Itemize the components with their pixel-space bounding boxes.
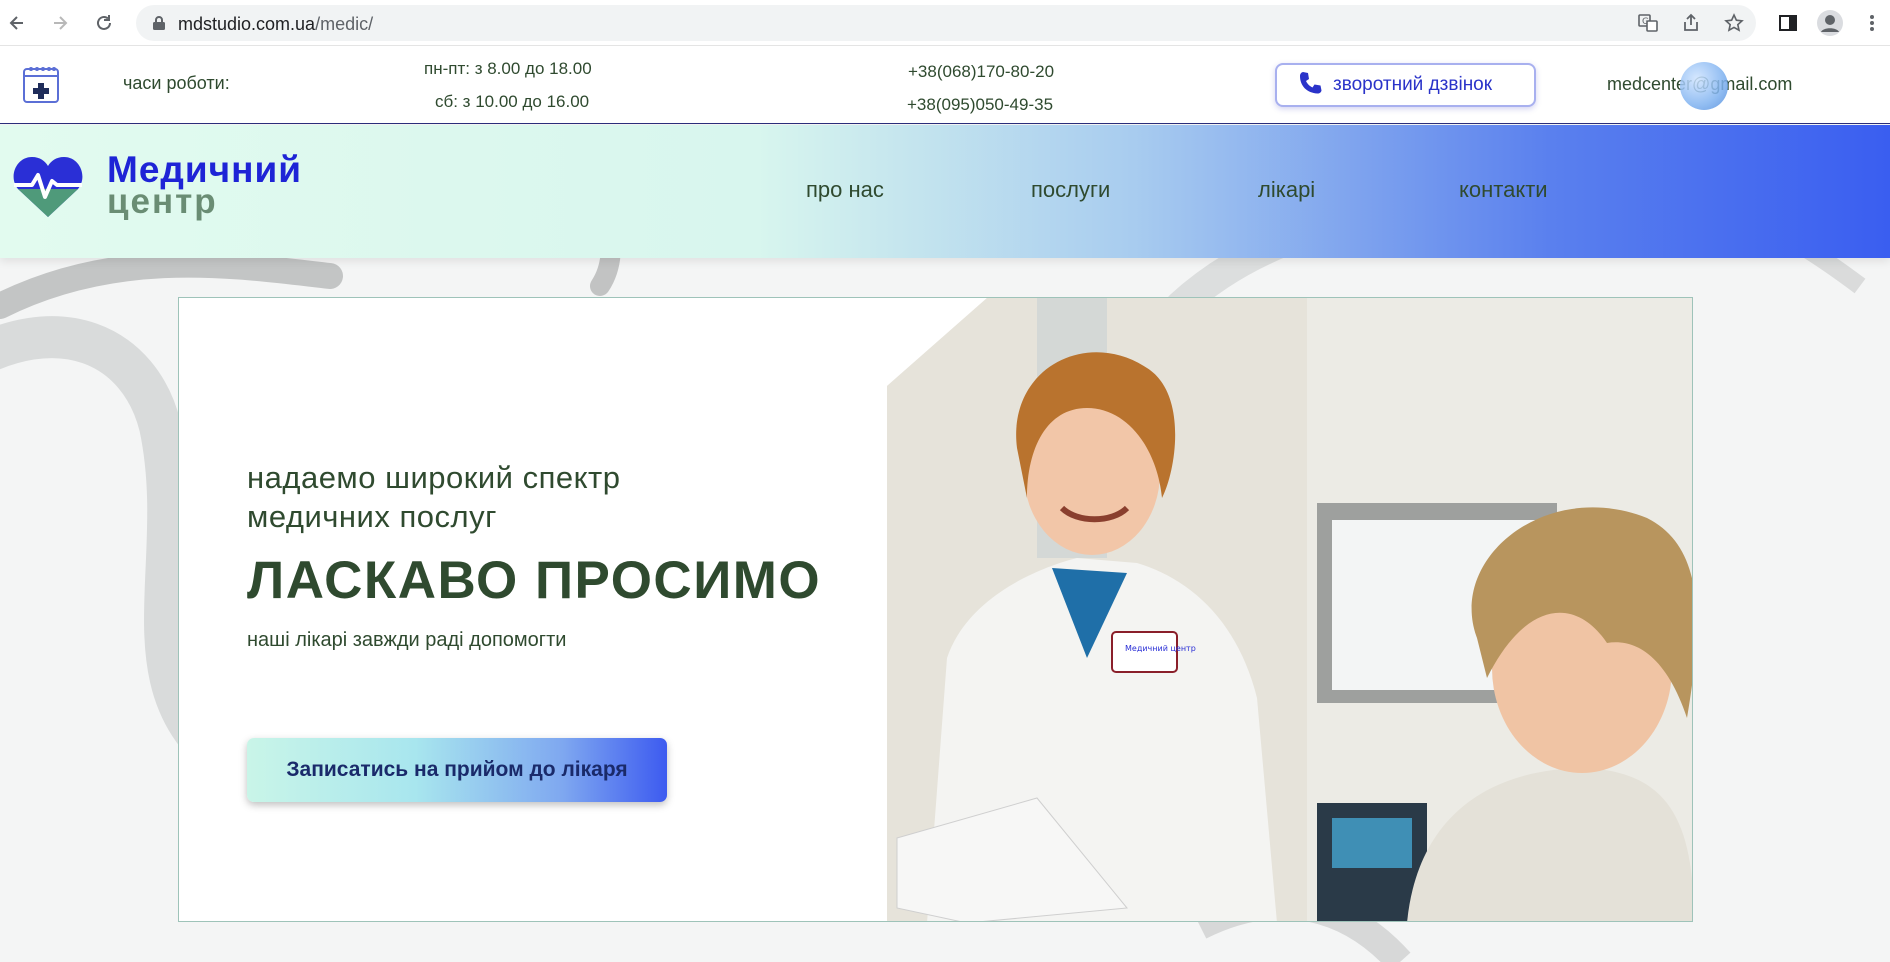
working-hours-label: часи роботи: — [123, 73, 230, 93]
nav-services[interactable]: послуги — [1031, 177, 1110, 203]
hero-tagline: наші лікарі завжди раді допомогти — [247, 629, 567, 651]
site-header: Медичний центр про нас послуги лікарі ко… — [0, 125, 1890, 258]
side-panel-icon[interactable] — [1773, 8, 1803, 38]
browser-menu-icon[interactable] — [1857, 8, 1887, 38]
lock-icon — [152, 15, 166, 36]
hero-title: ЛАСКАВО ПРОСИМО — [247, 551, 822, 610]
nav-doctors[interactable]: лікарі — [1258, 177, 1315, 203]
top-info-bar: часи роботи: пн-пт: з 8.00 до 18.00 сб: … — [0, 46, 1890, 124]
forward-icon[interactable] — [45, 8, 75, 38]
calendar-medical-icon — [22, 64, 60, 109]
hours-weekdays: пн-пт: з 8.00 до 18.00 — [424, 59, 592, 78]
address-bar[interactable]: mdstudio.com.ua/medic/ — [136, 5, 1756, 41]
callback-button[interactable]: зворотний дзвінок — [1275, 63, 1536, 107]
phone-number-1[interactable]: +38(068)170-80-20 — [908, 62, 1054, 82]
phone-number-2[interactable]: +38(095)050-49-35 — [907, 95, 1053, 115]
bookmark-star-icon[interactable] — [1719, 8, 1749, 38]
reload-icon[interactable] — [89, 8, 119, 38]
url-text: mdstudio.com.ua/medic/ — [178, 14, 374, 34]
nav-about[interactable]: про нас — [806, 177, 884, 203]
phone-icon — [1297, 70, 1323, 101]
browser-toolbar: mdstudio.com.ua/medic/ G — [0, 0, 1890, 46]
globe-icon — [1680, 62, 1728, 110]
hero-subtitle: надаемо широкий спектр медичних послуг — [247, 460, 621, 534]
doctor-patient-photo: Медичний центр — [887, 298, 1692, 921]
badge-text: Медичний центр — [1125, 644, 1196, 653]
heart-pulse-logo-icon[interactable] — [12, 155, 84, 224]
translate-icon[interactable]: G — [1633, 8, 1663, 38]
back-icon[interactable] — [2, 8, 32, 38]
profile-avatar-icon[interactable] — [1815, 8, 1845, 38]
nav-contacts[interactable]: контакти — [1459, 177, 1548, 203]
hours-saturday: сб: з 10.00 до 16.00 — [435, 92, 590, 111]
share-icon[interactable] — [1676, 8, 1706, 38]
callback-label: зворотний дзвінок — [1333, 74, 1493, 95]
logo-subtitle[interactable]: центр — [107, 182, 218, 222]
book-appointment-button[interactable]: Записатись на прийом до лікаря — [247, 738, 667, 802]
hero-section: надаемо широкий спектр медичних послуг Л… — [178, 297, 1693, 922]
